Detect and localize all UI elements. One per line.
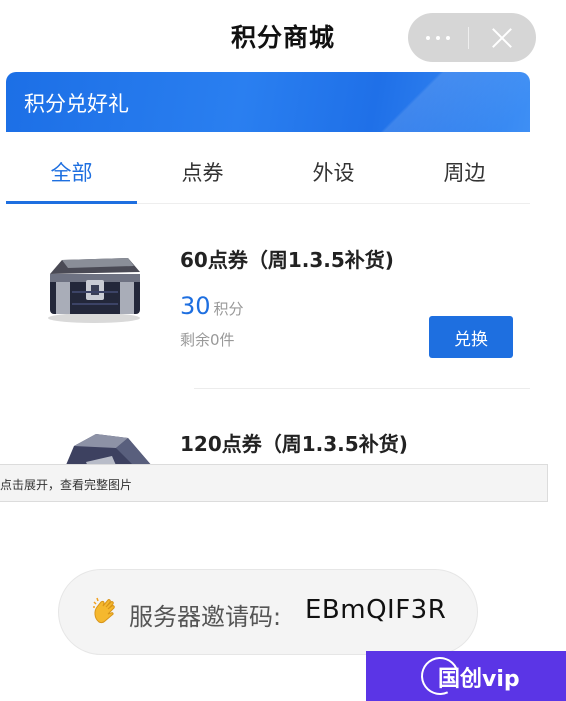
item-divider xyxy=(194,388,530,389)
category-tabs: 全部 点券 外设 周边 xyxy=(6,132,530,204)
tab-merch[interactable]: 周边 xyxy=(399,132,530,203)
treasure-chest-icon xyxy=(48,258,140,323)
tab-peripherals[interactable]: 外设 xyxy=(268,132,399,203)
close-icon[interactable] xyxy=(469,13,535,62)
watermark-logo: 国创vip xyxy=(366,651,566,701)
product-item[interactable]: 60点券（周1.3.5补货) 30 积分 剩余0件 兑换 xyxy=(6,204,530,394)
product-name: 120点券（周1.3.5补货) xyxy=(180,432,408,456)
invite-code[interactable]: EBmQIF3R xyxy=(305,595,446,625)
more-dots-icon[interactable] xyxy=(408,13,468,62)
stock-remaining: 剩余0件 xyxy=(180,331,235,349)
watermark-text: 国创vip xyxy=(438,667,520,692)
points-unit: 积分 xyxy=(213,300,244,318)
product-item[interactable]: 120点券（周1.3.5补货) xyxy=(6,390,530,464)
tab-coupons[interactable]: 点券 xyxy=(137,132,268,203)
banner: 积分兑好礼 xyxy=(6,72,530,132)
treasure-chest-icon xyxy=(66,434,151,464)
banner-title: 积分兑好礼 xyxy=(24,92,129,116)
invite-label: 服务器邀请码: xyxy=(129,603,282,631)
points-mall-card: 积分兑好礼 全部 点券 外设 周边 60点券（周1.3.5补货) 30 积分 剩余… xyxy=(6,72,530,464)
product-points: 30 积分 xyxy=(180,292,244,320)
points-value: 30 xyxy=(180,292,211,320)
mini-program-capsule xyxy=(408,13,536,62)
expand-hint: 点击展开，查看完整图片 xyxy=(0,478,133,492)
expand-image-bar[interactable]: 点击展开，查看完整图片 xyxy=(0,464,548,502)
product-name: 60点券（周1.3.5补货) xyxy=(180,248,394,272)
top-bar: 积分商城 xyxy=(0,0,566,72)
invite-code-pill[interactable]: 服务器邀请码: EBmQIF3R xyxy=(58,569,478,655)
waving-hand-icon xyxy=(93,597,115,624)
redeem-button[interactable]: 兑换 xyxy=(429,316,513,358)
tab-all[interactable]: 全部 xyxy=(6,132,137,204)
